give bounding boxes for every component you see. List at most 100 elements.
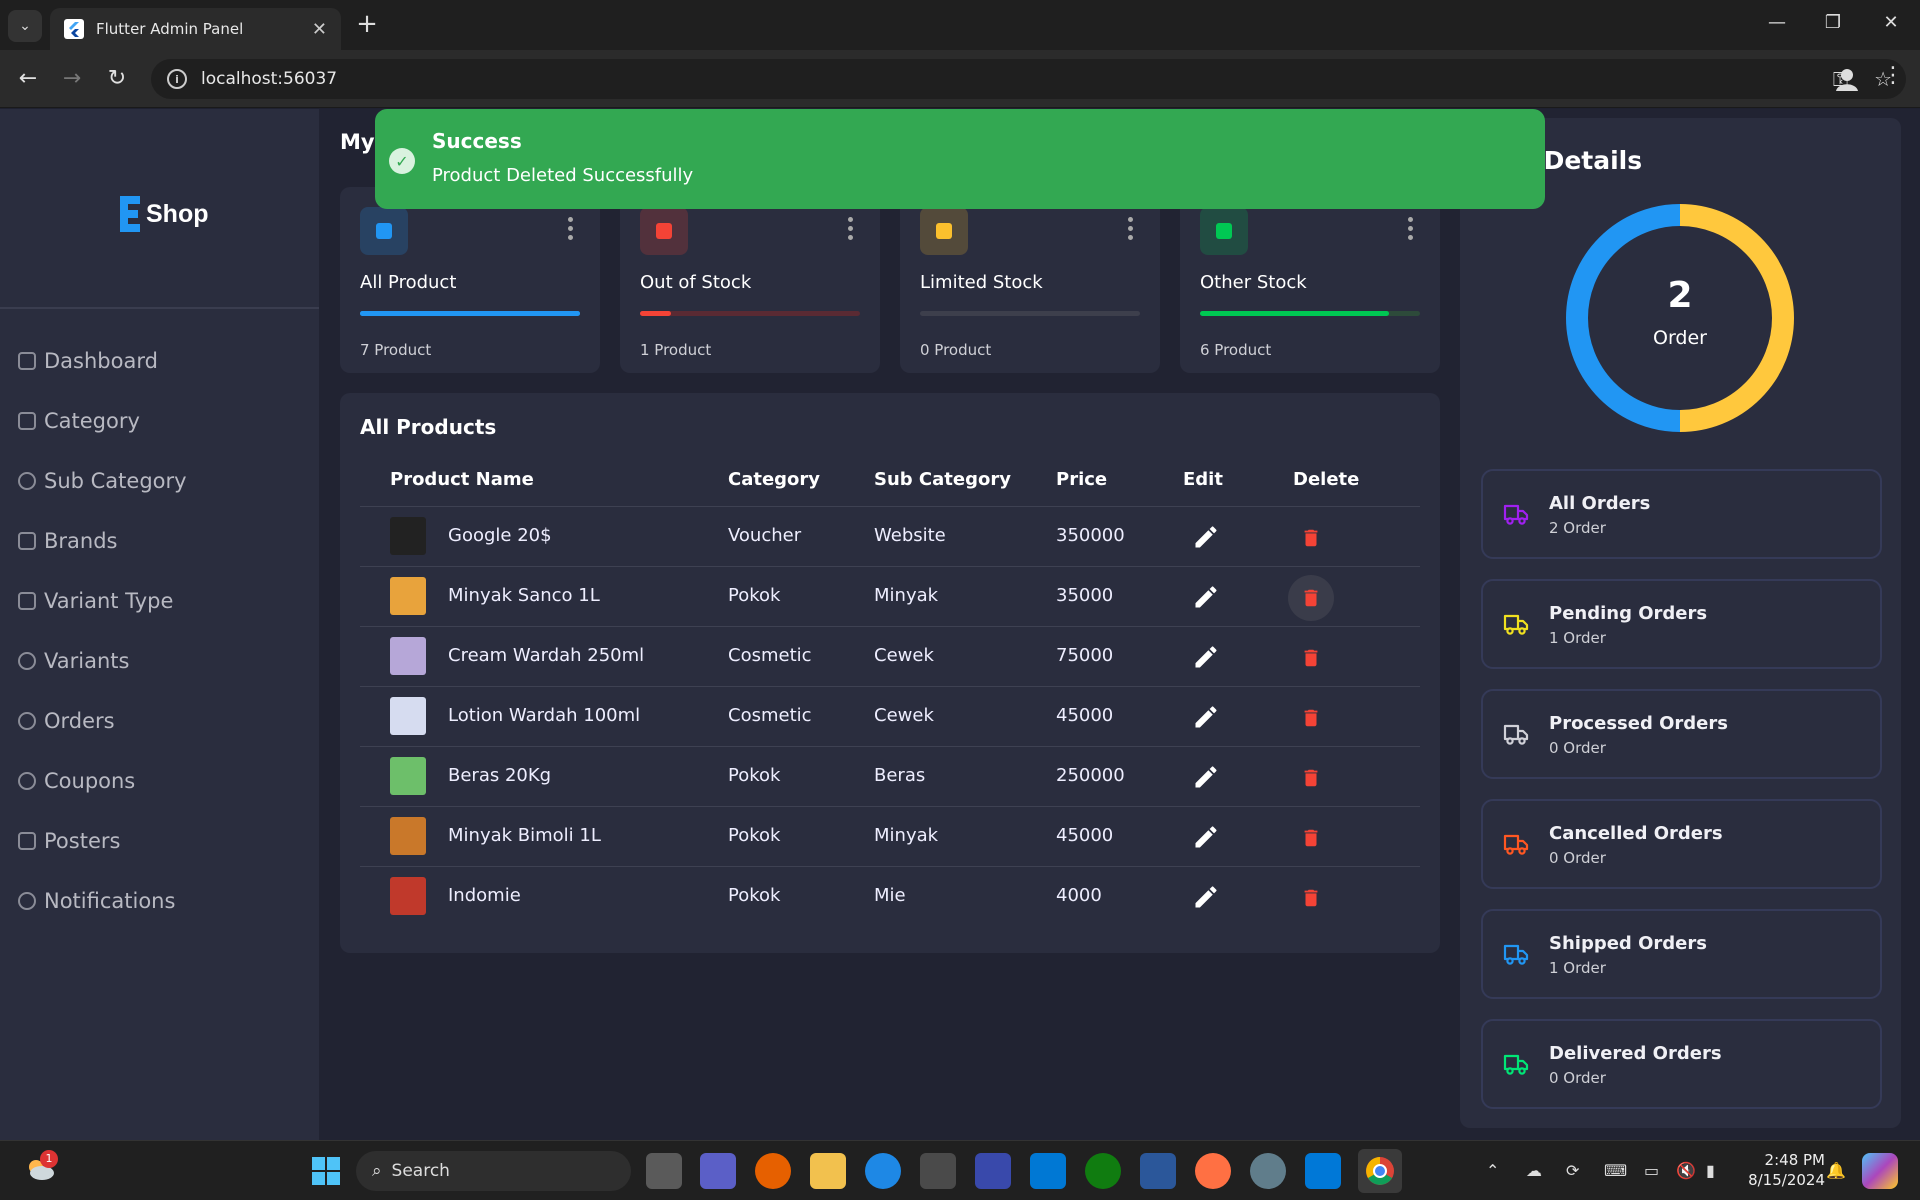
sidebar-item-orders[interactable]: Orders bbox=[18, 691, 187, 751]
task-view-icon[interactable] bbox=[646, 1153, 682, 1189]
table-row[interactable]: Lotion Wardah 100ml Cosmetic Cewek 45000 bbox=[360, 687, 1420, 747]
forward-button[interactable]: → bbox=[56, 63, 88, 95]
delete-button[interactable] bbox=[1288, 755, 1334, 801]
delete-button[interactable] bbox=[1288, 515, 1334, 561]
minimize-button[interactable]: — bbox=[1762, 12, 1792, 33]
trash-icon bbox=[1304, 709, 1318, 727]
edge-icon[interactable] bbox=[865, 1153, 901, 1189]
product-name: Google 20$ bbox=[448, 525, 552, 546]
browser-menu-icon[interactable]: ⋮ bbox=[1882, 63, 1904, 88]
site-info-icon[interactable]: i bbox=[167, 69, 187, 89]
order-card[interactable]: Pending Orders 1 Order bbox=[1481, 579, 1882, 669]
close-window-button[interactable]: ✕ bbox=[1876, 12, 1906, 33]
xbox-icon[interactable] bbox=[1085, 1153, 1121, 1189]
order-card-count: 1 Order bbox=[1549, 959, 1606, 977]
address-bar[interactable]: i localhost:56037 ⚿ ☆ bbox=[151, 59, 1906, 99]
edit-pencil-icon[interactable] bbox=[1192, 763, 1220, 791]
network-icon[interactable]: ▭ bbox=[1644, 1161, 1659, 1180]
sidebar: Shop Dashboard Category Sub Category Bra… bbox=[0, 109, 319, 1140]
table-row[interactable]: Beras 20Kg Pokok Beras 250000 bbox=[360, 747, 1420, 807]
more-vert-icon[interactable] bbox=[568, 217, 574, 244]
table-row[interactable]: Minyak Sanco 1L Pokok Minyak 35000 bbox=[360, 567, 1420, 627]
microsoft-store-icon[interactable] bbox=[1030, 1153, 1066, 1189]
sidebar-item-sub-category[interactable]: Sub Category bbox=[18, 451, 187, 511]
settings-gear-icon[interactable] bbox=[1250, 1153, 1286, 1189]
trash-icon bbox=[1304, 649, 1318, 667]
stat-card[interactable]: Out of Stock 1 Product bbox=[620, 187, 880, 373]
edit-pencil-icon[interactable] bbox=[1192, 823, 1220, 851]
sidebar-item-variants[interactable]: Variants bbox=[18, 631, 187, 691]
app-m-icon[interactable] bbox=[975, 1153, 1011, 1189]
delete-button[interactable] bbox=[1288, 575, 1334, 621]
sidebar-item-variant-type[interactable]: Variant Type bbox=[18, 571, 187, 631]
product-sub-category: Mie bbox=[874, 885, 906, 906]
edit-pencil-icon[interactable] bbox=[1192, 643, 1220, 671]
tray-chevron-icon[interactable]: ⌃ bbox=[1486, 1161, 1499, 1180]
sidebar-item-label: Variants bbox=[44, 649, 130, 673]
sidebar-item-coupons[interactable]: Coupons bbox=[18, 751, 187, 811]
table-row[interactable]: Google 20$ Voucher Website 350000 bbox=[360, 507, 1420, 567]
word-icon[interactable] bbox=[1140, 1153, 1176, 1189]
volume-muted-icon[interactable]: 🔇 bbox=[1676, 1161, 1696, 1180]
profile-icon[interactable] bbox=[1831, 63, 1863, 95]
copilot-icon[interactable] bbox=[1862, 1153, 1898, 1189]
more-vert-icon[interactable] bbox=[848, 217, 854, 244]
teams-icon[interactable] bbox=[700, 1153, 736, 1189]
new-tab-button[interactable]: + bbox=[352, 10, 382, 40]
edit-pencil-icon[interactable] bbox=[1192, 583, 1220, 611]
order-card[interactable]: Cancelled Orders 0 Order bbox=[1481, 799, 1882, 889]
app-cube-icon[interactable] bbox=[920, 1153, 956, 1189]
tab-search-button[interactable]: ⌄ bbox=[8, 10, 42, 42]
edit-pencil-icon[interactable] bbox=[1192, 523, 1220, 551]
postman-icon[interactable] bbox=[1195, 1153, 1231, 1189]
onedrive-icon[interactable]: ☁ bbox=[1526, 1161, 1542, 1180]
sidebar-item-brands[interactable]: Brands bbox=[18, 511, 187, 571]
chrome-taskbar-button[interactable] bbox=[1358, 1149, 1402, 1193]
taskbar-clock[interactable]: 2:48 PM 8/15/2024 bbox=[1735, 1150, 1825, 1190]
sidebar-item-label: Sub Category bbox=[44, 469, 187, 493]
stat-card[interactable]: Limited Stock 0 Product bbox=[900, 187, 1160, 373]
trash-icon bbox=[1304, 529, 1318, 547]
order-card[interactable]: Delivered Orders 0 Order bbox=[1481, 1019, 1882, 1109]
battery-icon[interactable]: ▮ bbox=[1706, 1161, 1715, 1180]
more-vert-icon[interactable] bbox=[1408, 217, 1414, 244]
restore-button[interactable]: ❐ bbox=[1818, 12, 1848, 33]
order-card-count: 2 Order bbox=[1549, 519, 1606, 537]
keyboard-icon[interactable]: ⌨ bbox=[1604, 1161, 1627, 1180]
windows-start-icon[interactable] bbox=[308, 1153, 344, 1189]
order-card[interactable]: Shipped Orders 1 Order bbox=[1481, 909, 1882, 999]
tab-close-icon[interactable]: ✕ bbox=[312, 19, 327, 40]
order-card[interactable]: All Orders 2 Order bbox=[1481, 469, 1882, 559]
sidebar-item-category[interactable]: Category bbox=[18, 391, 187, 451]
sidebar-item-dashboard[interactable]: Dashboard bbox=[18, 331, 187, 391]
file-explorer-icon[interactable] bbox=[810, 1153, 846, 1189]
sidebar-menu: Dashboard Category Sub Category Brands V… bbox=[18, 331, 187, 931]
firefox-icon[interactable] bbox=[755, 1153, 791, 1189]
product-price: 45000 bbox=[1056, 705, 1114, 726]
chrome-icon bbox=[1366, 1157, 1394, 1185]
sidebar-item-notifications[interactable]: Notifications bbox=[18, 871, 187, 931]
sidebar-item-posters[interactable]: Posters bbox=[18, 811, 187, 871]
truck-icon bbox=[1503, 1054, 1529, 1075]
vscode-icon[interactable] bbox=[1305, 1153, 1341, 1189]
browser-tab-active[interactable]: Flutter Admin Panel ✕ bbox=[50, 8, 341, 50]
stat-card[interactable]: All Product 7 Product bbox=[340, 187, 600, 373]
delete-button[interactable] bbox=[1288, 635, 1334, 681]
edit-pencil-icon[interactable] bbox=[1192, 883, 1220, 911]
edit-pencil-icon[interactable] bbox=[1192, 703, 1220, 731]
table-row[interactable]: Minyak Bimoli 1L Pokok Minyak 45000 bbox=[360, 807, 1420, 867]
delete-button[interactable] bbox=[1288, 815, 1334, 861]
notification-bell-icon[interactable]: 🔔 bbox=[1826, 1161, 1846, 1180]
delete-button[interactable] bbox=[1288, 875, 1334, 921]
back-button[interactable]: ← bbox=[12, 63, 44, 95]
more-vert-icon[interactable] bbox=[1128, 217, 1134, 244]
sync-icon[interactable]: ⟳ bbox=[1566, 1161, 1579, 1180]
table-row[interactable]: Cream Wardah 250ml Cosmetic Cewek 75000 bbox=[360, 627, 1420, 687]
delete-button[interactable] bbox=[1288, 695, 1334, 741]
taskbar-search[interactable]: ⌕ Search bbox=[356, 1151, 631, 1191]
product-category: Cosmetic bbox=[728, 705, 812, 726]
table-row[interactable]: Indomie Pokok Mie 4000 bbox=[360, 867, 1420, 927]
reload-button[interactable]: ↻ bbox=[101, 63, 133, 95]
stat-card[interactable]: Other Stock 6 Product bbox=[1180, 187, 1440, 373]
order-card[interactable]: Processed Orders 0 Order bbox=[1481, 689, 1882, 779]
